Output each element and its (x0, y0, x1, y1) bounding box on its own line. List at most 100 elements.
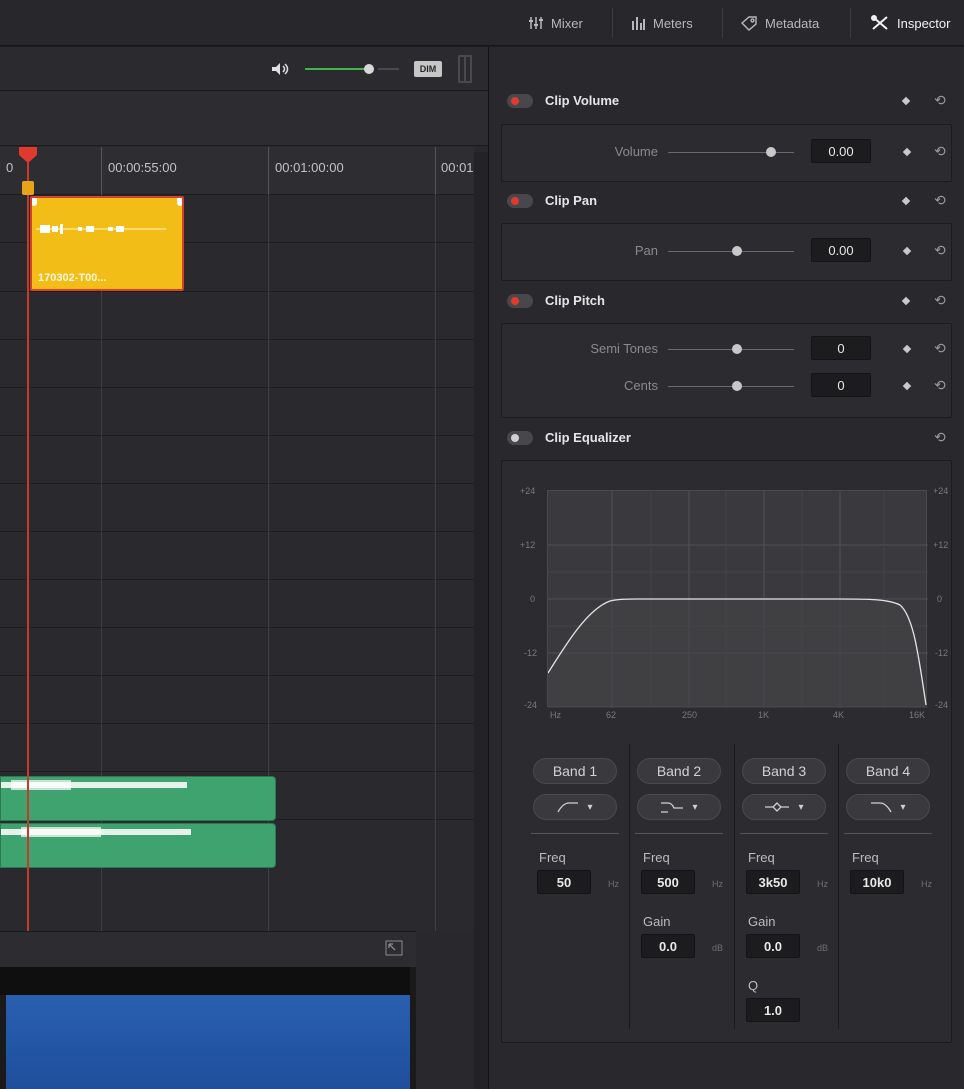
speaker-icon[interactable] (270, 61, 292, 77)
track-divider (0, 531, 474, 532)
band-4-button[interactable]: Band 4 (846, 758, 930, 784)
tab-meters[interactable]: Meters (630, 0, 693, 46)
band-3-q-value[interactable]: 1.0 (746, 998, 800, 1022)
monitor-volume-knob[interactable] (364, 64, 374, 74)
semitones-value[interactable]: 0 (811, 336, 871, 360)
clip-fade-handle-right[interactable] (177, 198, 182, 206)
timecode-ruler[interactable] (0, 147, 474, 195)
dim-button[interactable]: DIM (414, 61, 442, 77)
band-separator (838, 744, 839, 1029)
band-2-freq-label: Freq (643, 850, 670, 865)
eq-x-tick: Hz (550, 710, 561, 720)
ruler-label: 0 (6, 160, 14, 175)
reset-icon[interactable]: ⟲ (934, 377, 946, 394)
volume-slider-knob[interactable] (766, 147, 776, 157)
semitones-slider-knob[interactable] (732, 344, 742, 354)
tab-inspector-label: Inspector (897, 15, 951, 31)
clip-pan-box: Pan 0.00 ⟲ (501, 223, 952, 281)
expand-icon[interactable] (385, 940, 403, 956)
reset-icon[interactable]: ⟲ (934, 340, 946, 357)
eq-y-tick: -12 (935, 648, 949, 658)
reset-all-icon[interactable]: ⟲ (934, 192, 946, 209)
audio-clip-selected[interactable]: 170302-T00... (30, 196, 184, 291)
monitor-volume-slider[interactable] (305, 61, 399, 77)
band-4-freq-value[interactable]: 10k0 (850, 870, 904, 894)
keyframe-icon[interactable] (902, 147, 912, 157)
band-3-label: Band 3 (761, 763, 807, 779)
ruler-label: 00:01:00:00 (275, 160, 344, 175)
eq-x-tick: 62 (606, 710, 617, 720)
tab-separator (850, 8, 851, 38)
eq-y-tick: +24 (520, 486, 536, 496)
clip-volume-toggle[interactable] (507, 94, 533, 108)
band-4-filter-select[interactable]: ▾ (846, 794, 930, 820)
keyframe-icon[interactable] (902, 246, 912, 256)
meter-toggle-divider (464, 57, 466, 81)
band-1-filter-select[interactable]: ▾ (533, 794, 617, 820)
eq-y-tick: +24 (933, 486, 949, 496)
band-2-freq-value[interactable]: 500 (641, 870, 695, 894)
volume-value[interactable]: 0.00 (811, 139, 871, 163)
reset-all-icon[interactable]: ⟲ (934, 92, 946, 109)
metadata-icon (740, 16, 757, 31)
semitones-slider-track[interactable] (668, 349, 794, 350)
chevron-down-icon: ▾ (587, 801, 593, 813)
band-1-button[interactable]: Band 1 (533, 758, 617, 784)
band-2-button[interactable]: Band 2 (637, 758, 721, 784)
pan-slider-track[interactable] (668, 251, 794, 252)
ruler-label: 00:00:55:00 (108, 160, 177, 175)
clip-equalizer-toggle[interactable] (507, 431, 533, 445)
band-1-freq-value[interactable]: 50 (537, 870, 591, 894)
eq-graph[interactable] (547, 490, 928, 708)
keyframe-icon[interactable] (901, 196, 911, 206)
meter-toggle-button[interactable] (458, 55, 472, 83)
cents-label: Cents (624, 378, 658, 393)
keyframe-icon[interactable] (902, 381, 912, 391)
clip-volume-title: Clip Volume (545, 93, 620, 108)
reset-all-icon[interactable]: ⟲ (934, 292, 946, 309)
band-3-q-label: Q (748, 978, 759, 993)
viewer-header (0, 931, 416, 967)
band-2-gain-value[interactable]: 0.0 (641, 934, 695, 958)
band-3-gain-value[interactable]: 0.0 (746, 934, 800, 958)
band-divider (740, 833, 828, 834)
vertical-scrollbar[interactable] (474, 152, 488, 1089)
pan-value[interactable]: 0.00 (811, 238, 871, 262)
playhead-marker[interactable] (19, 147, 37, 163)
pan-slider-knob[interactable] (732, 246, 742, 256)
clip-fade-handle-left[interactable] (32, 198, 37, 206)
monitor-volume-fill (305, 68, 366, 70)
cents-slider-knob[interactable] (732, 381, 742, 391)
tab-mixer[interactable]: Mixer (528, 0, 583, 46)
clip-pitch-box: Semi Tones 0 ⟲ Cents 0 ⟲ (501, 323, 952, 418)
band-2-filter-select[interactable]: ▾ (637, 794, 721, 820)
tab-inspector[interactable]: Inspector (870, 0, 950, 46)
band-2-gain-label: Gain (643, 914, 671, 929)
band-3-freq-value[interactable]: 3k50 (746, 870, 800, 894)
reset-all-icon[interactable]: ⟲ (934, 429, 946, 446)
eq-y-tick: 0 (530, 594, 536, 604)
timeline-panel: DIM 0 00:00:55:00 00:01:00:00 00:01: 170… (0, 47, 488, 1089)
band-3-filter-select[interactable]: ▾ (742, 794, 826, 820)
cents-value[interactable]: 0 (811, 373, 871, 397)
keyframe-icon[interactable] (901, 96, 911, 106)
eq-x-tick: 16K (909, 710, 926, 720)
audio-clip[interactable] (0, 823, 276, 868)
clip-pan-toggle[interactable] (507, 194, 533, 208)
clip-pitch-toggle[interactable] (507, 294, 533, 308)
reset-icon[interactable]: ⟲ (934, 143, 946, 160)
keyframe-icon[interactable] (902, 344, 912, 354)
track-divider (0, 387, 474, 388)
audio-clip[interactable] (0, 776, 276, 821)
eq-y-tick: -12 (524, 648, 538, 658)
band-2-freq-unit: Hz (712, 879, 723, 889)
high-pass-filter-icon (557, 802, 579, 813)
band-3-button[interactable]: Band 3 (742, 758, 826, 784)
cents-slider-track[interactable] (668, 386, 794, 387)
tab-metadata[interactable]: Metadata (740, 0, 819, 46)
eq-x-tick: 1K (758, 710, 770, 720)
band-2-gain-unit: dB (712, 943, 724, 953)
keyframe-icon[interactable] (901, 296, 911, 306)
inspector-panel: Clip Volume ⟲ Volume 0.00 ⟲ Clip Pan ⟲ P… (489, 47, 964, 1089)
reset-icon[interactable]: ⟲ (934, 242, 946, 259)
